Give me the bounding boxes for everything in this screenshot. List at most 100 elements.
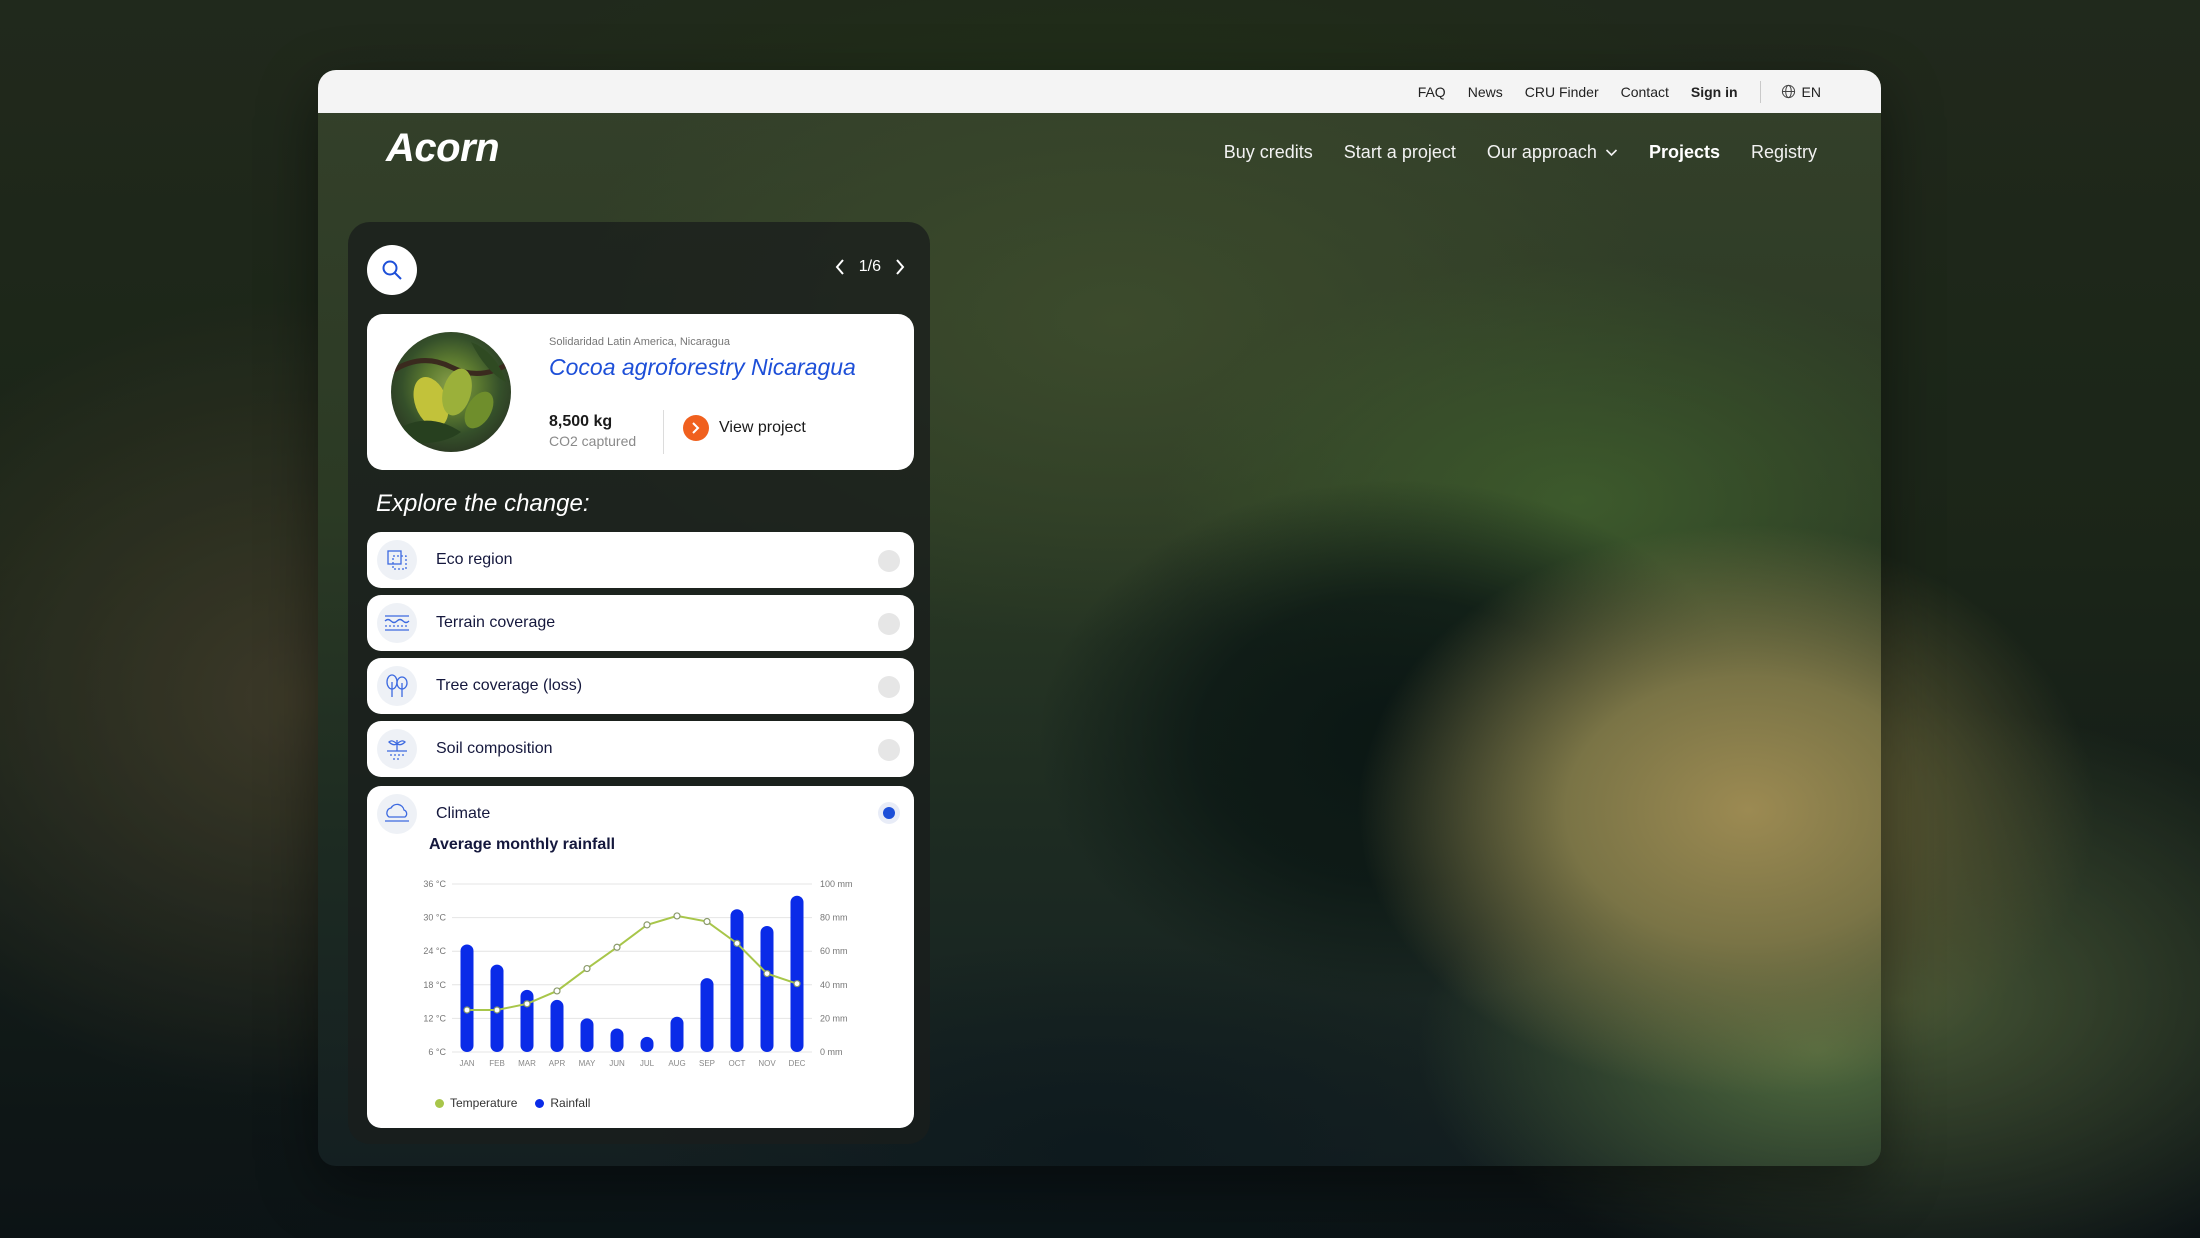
- globe-icon: [1781, 84, 1795, 99]
- climate-header[interactable]: Climate: [367, 786, 914, 842]
- prev-project-button[interactable]: [835, 258, 845, 276]
- legend-temperature: Temperature: [435, 1096, 517, 1110]
- nav-registry[interactable]: Registry: [1751, 142, 1817, 163]
- legend-swatch: [535, 1098, 545, 1108]
- layer-soil-composition[interactable]: Soil composition: [367, 721, 914, 777]
- view-project-label: View project: [719, 419, 806, 436]
- chevron-right-icon: [896, 259, 905, 275]
- x-tick: JUL: [640, 1059, 655, 1068]
- rainfall-chart: 36 °C 100 mm 30 °C 80 mm 24 °C 60 mm 18 °C 40 m…: [423, 879, 853, 1068]
- project-photo: [391, 332, 511, 452]
- y-tick-right: 80 mm: [820, 913, 848, 923]
- nav-start-project[interactable]: Start a project: [1344, 142, 1456, 163]
- cloud-icon: [377, 794, 417, 834]
- temperature-point: [763, 969, 771, 978]
- project-card[interactable]: Solidaridad Latin America, Nicaragua Coc…: [367, 314, 914, 470]
- soil-icon: [377, 729, 417, 769]
- layer-tree-coverage[interactable]: Tree coverage (loss): [367, 658, 914, 714]
- tree-icon: [377, 666, 417, 706]
- divider: [663, 410, 664, 454]
- y-tick-left: 18 °C: [423, 980, 446, 990]
- y-tick-left: 36 °C: [423, 879, 446, 889]
- temperature-point: [583, 964, 591, 973]
- x-tick: APR: [549, 1059, 566, 1068]
- legend-rainfall: Rainfall: [535, 1096, 590, 1110]
- y-tick-left: 12 °C: [423, 1013, 446, 1023]
- y-tick-right: 100 mm: [820, 879, 853, 889]
- news-link[interactable]: News: [1468, 84, 1503, 100]
- rainfall-bar: [730, 909, 744, 1052]
- layer-toggle[interactable]: [878, 739, 900, 761]
- y-tick-left: 6 °C: [428, 1047, 446, 1057]
- cru-finder-link[interactable]: CRU Finder: [1525, 84, 1599, 100]
- temperature-point: [733, 939, 741, 947]
- rainfall-bar: [700, 978, 714, 1052]
- view-project-button[interactable]: View project: [683, 415, 806, 441]
- divider: [1759, 80, 1761, 103]
- rainfall-bar: [670, 1016, 684, 1052]
- rainfall-bar: [580, 1018, 594, 1052]
- y-tick-left: 30 °C: [423, 913, 446, 923]
- nav-buy-credits[interactable]: Buy credits: [1224, 142, 1313, 163]
- layer-climate: Climate Average monthly rainfall 36 °C 10…: [367, 786, 914, 1128]
- layer-toggle-active[interactable]: [878, 802, 900, 824]
- main-nav: Buy credits Start a project Our approach…: [1224, 142, 1817, 163]
- language-switcher[interactable]: EN: [1781, 84, 1821, 100]
- legend-label: Temperature: [450, 1096, 518, 1110]
- x-tick: FEB: [489, 1059, 505, 1068]
- cocoa-pod-image: [391, 342, 511, 444]
- layer-label: Climate: [436, 805, 491, 822]
- temperature-point: [523, 1000, 531, 1008]
- y-tick-right: 20 mm: [820, 1013, 848, 1023]
- y-tick-right: 60 mm: [820, 946, 848, 956]
- x-tick: AUG: [668, 1059, 685, 1068]
- rainfall-bar: [460, 944, 474, 1052]
- terrain-icon: [377, 603, 417, 643]
- x-tick: SEP: [699, 1059, 715, 1068]
- search-icon: [382, 260, 402, 280]
- x-tick: MAY: [579, 1059, 596, 1068]
- temperature-point: [703, 917, 711, 926]
- eco-region-icon: [377, 540, 417, 580]
- layer-toggle[interactable]: [878, 550, 900, 572]
- temperature-point: [463, 1006, 471, 1014]
- x-tick: OCT: [729, 1059, 746, 1068]
- faq-link[interactable]: FAQ: [1418, 84, 1446, 100]
- sign-in-link[interactable]: Sign in: [1691, 84, 1738, 100]
- project-title[interactable]: Cocoa agroforestry Nicaragua: [549, 354, 856, 381]
- legend-label: Rainfall: [550, 1096, 591, 1110]
- temperature-point: [793, 980, 801, 988]
- x-tick: DEC: [789, 1059, 806, 1068]
- x-tick: MAR: [518, 1059, 536, 1068]
- project-panel: 1/6 Solidaridad Latin America, Nicaragua…: [348, 222, 930, 1144]
- temperature-point: [493, 1006, 501, 1014]
- layer-label: Soil composition: [436, 740, 553, 757]
- next-project-button[interactable]: [895, 258, 905, 276]
- chevron-down-icon: [1605, 149, 1618, 157]
- chart-legend: Temperature Rainfall: [435, 1096, 590, 1110]
- layer-terrain-coverage[interactable]: Terrain coverage: [367, 595, 914, 651]
- project-organization: Solidaridad Latin America, Nicaragua: [549, 336, 730, 348]
- rainfall-bar: [610, 1028, 624, 1052]
- layer-toggle[interactable]: [878, 613, 900, 635]
- chevron-left-icon: [835, 259, 844, 275]
- search-button[interactable]: [367, 245, 417, 295]
- layer-label: Eco region: [436, 551, 513, 568]
- temperature-point: [673, 912, 681, 920]
- contact-link[interactable]: Contact: [1621, 84, 1669, 100]
- arrow-right-icon: [683, 415, 709, 441]
- layer-toggle[interactable]: [878, 676, 900, 698]
- layer-eco-region[interactable]: Eco region: [367, 532, 914, 588]
- app-window: FAQ News CRU Finder Contact Sign in EN A…: [318, 70, 1881, 1166]
- temperature-point: [613, 943, 621, 951]
- layer-label: Terrain coverage: [436, 614, 556, 631]
- rainfall-bar: [790, 895, 804, 1052]
- x-tick: NOV: [758, 1059, 776, 1068]
- nav-projects[interactable]: Projects: [1649, 142, 1720, 163]
- chart-title: Average monthly rainfall: [429, 836, 616, 853]
- language-label: EN: [1801, 83, 1821, 100]
- acorn-logo[interactable]: Acorn: [386, 126, 500, 171]
- temperature-point: [643, 921, 651, 929]
- nav-our-approach-label: Our approach: [1486, 142, 1597, 162]
- nav-our-approach[interactable]: Our approach: [1487, 142, 1618, 163]
